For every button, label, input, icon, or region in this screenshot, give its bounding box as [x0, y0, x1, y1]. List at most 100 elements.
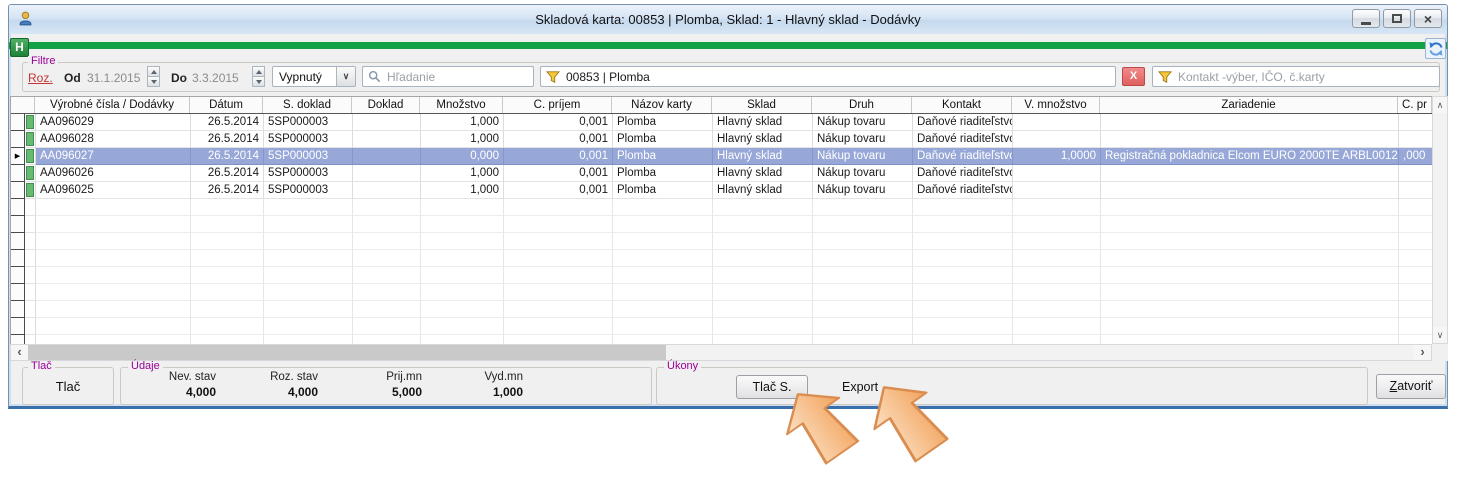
row-selector[interactable] [11, 165, 25, 182]
table-row[interactable]: AA09602826.5.20145SP0000031,0000,001Plom… [11, 131, 1432, 148]
cell-kontakt[interactable]: Daňové riaditeľstvo, [913, 114, 1013, 131]
cell-serial[interactable]: AA096027 [36, 148, 191, 165]
spinner-down-button[interactable] [252, 77, 265, 87]
cell-zariadenie[interactable] [1101, 165, 1399, 182]
vertical-scrollbar[interactable]: ∧ ∨ [1432, 96, 1448, 344]
cell-sklad[interactable]: Hlavný sklad [713, 114, 813, 131]
cell-vmnozstvo[interactable] [1013, 182, 1101, 199]
cell-zariadenie[interactable] [1101, 114, 1399, 131]
column-header-datum[interactable]: Dátum [190, 97, 263, 113]
column-header-mnozstvo[interactable]: Množstvo [420, 97, 503, 113]
contact-filter-input[interactable]: Kontakt -výber, IČO, č.karty [1152, 66, 1440, 87]
column-header-nazov[interactable]: Názov karty [612, 97, 712, 113]
cell-sklad[interactable]: Hlavný sklad [713, 148, 813, 165]
scroll-left-icon[interactable]: ‹ [11, 345, 28, 360]
scroll-down-icon[interactable]: ∨ [1433, 327, 1447, 343]
cell-doklad[interactable] [353, 182, 421, 199]
cell-serial[interactable]: AA096025 [36, 182, 191, 199]
cell-doklad[interactable] [353, 114, 421, 131]
cell-druh[interactable]: Nákup tovaru [813, 114, 913, 131]
cell-datum[interactable]: 26.5.2014 [191, 165, 264, 182]
cell-serial[interactable]: AA096029 [36, 114, 191, 131]
column-header-zariadenie[interactable]: Zariadenie [1100, 97, 1398, 113]
cell-doklad[interactable] [353, 165, 421, 182]
roz-link[interactable]: Roz. [28, 71, 53, 85]
column-header-sdoklad[interactable]: S. doklad [263, 97, 352, 113]
scrollbar-thumb[interactable] [28, 345, 666, 360]
cell-datum[interactable]: 26.5.2014 [191, 131, 264, 148]
cell-mnozstvo[interactable]: 0,000 [421, 148, 504, 165]
scroll-right-icon[interactable]: › [1414, 345, 1431, 360]
cell-datum[interactable]: 26.5.2014 [191, 148, 264, 165]
table-row[interactable]: AA09602526.5.20145SP000003 1,0000,001Plom… [11, 182, 1432, 199]
row-selector[interactable] [11, 182, 25, 199]
cell-sklad[interactable]: Hlavný sklad [713, 182, 813, 199]
cell-datum[interactable]: 26.5.2014 [191, 114, 264, 131]
spinner-up-button[interactable] [252, 66, 265, 77]
cell-sklad[interactable]: Hlavný sklad [713, 131, 813, 148]
cell-mnozstvo[interactable]: 1,000 [421, 165, 504, 182]
cell-kontakt[interactable]: Daňové riaditeľstvo, [913, 165, 1013, 182]
cell-zariadenie[interactable] [1101, 182, 1399, 199]
cell-datum[interactable]: 26.5.2014 [191, 182, 264, 199]
cell-cprijem[interactable]: 0,001 [504, 131, 613, 148]
cell-druh[interactable]: Nákup tovaru [813, 165, 913, 182]
search-input[interactable]: Hľadanie [362, 66, 534, 87]
cell-vmnozstvo[interactable]: 1,0000 [1013, 148, 1101, 165]
maximize-button[interactable] [1383, 9, 1411, 28]
table-row[interactable]: AA09602626.5.20145SP0000031,0000,001Plom… [11, 165, 1432, 182]
horizontal-scrollbar[interactable]: ‹ › [10, 344, 1432, 361]
cell-kontakt[interactable]: Daňové riaditeľstvo, [913, 148, 1013, 165]
cell-serial[interactable]: AA096026 [36, 165, 191, 182]
clear-filter-button[interactable]: X [1122, 67, 1145, 86]
row-selector[interactable]: ▶ [11, 148, 25, 165]
refresh-button[interactable] [1425, 38, 1446, 59]
row-selector[interactable] [11, 114, 25, 131]
cell-nazov[interactable]: Plomba [613, 131, 713, 148]
cell-nazov[interactable]: Plomba [613, 182, 713, 199]
cell-cpr[interactable]: ,000 [1399, 148, 1432, 165]
cell-cprijem[interactable]: 0,001 [504, 148, 613, 165]
table-row[interactable]: AA09602926.5.20145SP000003 1,0000,001Plom… [11, 114, 1432, 131]
cell-nazov[interactable]: Plomba [613, 114, 713, 131]
column-header-cpr[interactable]: C. pr [1398, 97, 1432, 113]
cell-zariadenie[interactable] [1101, 131, 1399, 148]
state-dropdown[interactable]: Vypnutý ∨ [272, 66, 356, 87]
dropdown-arrow-button[interactable]: ∨ [336, 67, 355, 86]
cell-mnozstvo[interactable]: 1,000 [421, 114, 504, 131]
cell-mnozstvo[interactable]: 1,000 [421, 182, 504, 199]
cell-vmnozstvo[interactable] [1013, 114, 1101, 131]
cell-vmnozstvo[interactable] [1013, 165, 1101, 182]
h-toolbar-button[interactable]: H [10, 38, 29, 57]
column-header-serial[interactable]: Výrobné čísla / Dodávky [35, 97, 190, 113]
cell-cprijem[interactable]: 0,001 [504, 182, 613, 199]
cell-kontakt[interactable]: Daňové riaditeľstvo, [913, 131, 1013, 148]
column-header-sklad[interactable]: Sklad [712, 97, 812, 113]
cell-sdoklad[interactable]: 5SP000003 [264, 131, 353, 148]
cell-cprijem[interactable]: 0,001 [504, 114, 613, 131]
column-header-kontakt[interactable]: Kontakt [912, 97, 1012, 113]
column-header-vmnozstvo[interactable]: V. množstvo [1012, 97, 1100, 113]
spinner-down-button[interactable] [147, 77, 160, 87]
cell-nazov[interactable]: Plomba [613, 148, 713, 165]
cell-sdoklad[interactable]: 5SP000003 [264, 182, 353, 199]
date-from-value[interactable]: 31.1.2015 [87, 71, 140, 85]
cell-druh[interactable]: Nákup tovaru [813, 182, 913, 199]
column-header-doklad[interactable]: Doklad [352, 97, 420, 113]
cell-serial[interactable]: AA096028 [36, 131, 191, 148]
cell-doklad[interactable] [353, 148, 421, 165]
minimize-button[interactable] [1352, 9, 1380, 28]
cell-doklad[interactable] [353, 131, 421, 148]
cell-cpr[interactable] [1399, 131, 1432, 148]
table-row[interactable]: ▶ AA09602726.5.20145SP000003 0,0000,001Plo… [11, 148, 1432, 165]
card-filter-input[interactable]: 00853 | Plomba [540, 66, 1116, 87]
cell-sdoklad[interactable]: 5SP000003 [264, 165, 353, 182]
cell-sdoklad[interactable]: 5SP000003 [264, 114, 353, 131]
close-dialog-button[interactable]: Zatvoriť [1376, 374, 1446, 399]
column-header-cprijem[interactable]: C. príjem [503, 97, 612, 113]
close-button[interactable]: × [1414, 9, 1442, 28]
print-button[interactable]: Tlač [22, 379, 114, 394]
cell-sdoklad[interactable]: 5SP000003 [264, 148, 353, 165]
spinner-up-button[interactable] [147, 66, 160, 77]
row-selector[interactable] [11, 131, 25, 148]
